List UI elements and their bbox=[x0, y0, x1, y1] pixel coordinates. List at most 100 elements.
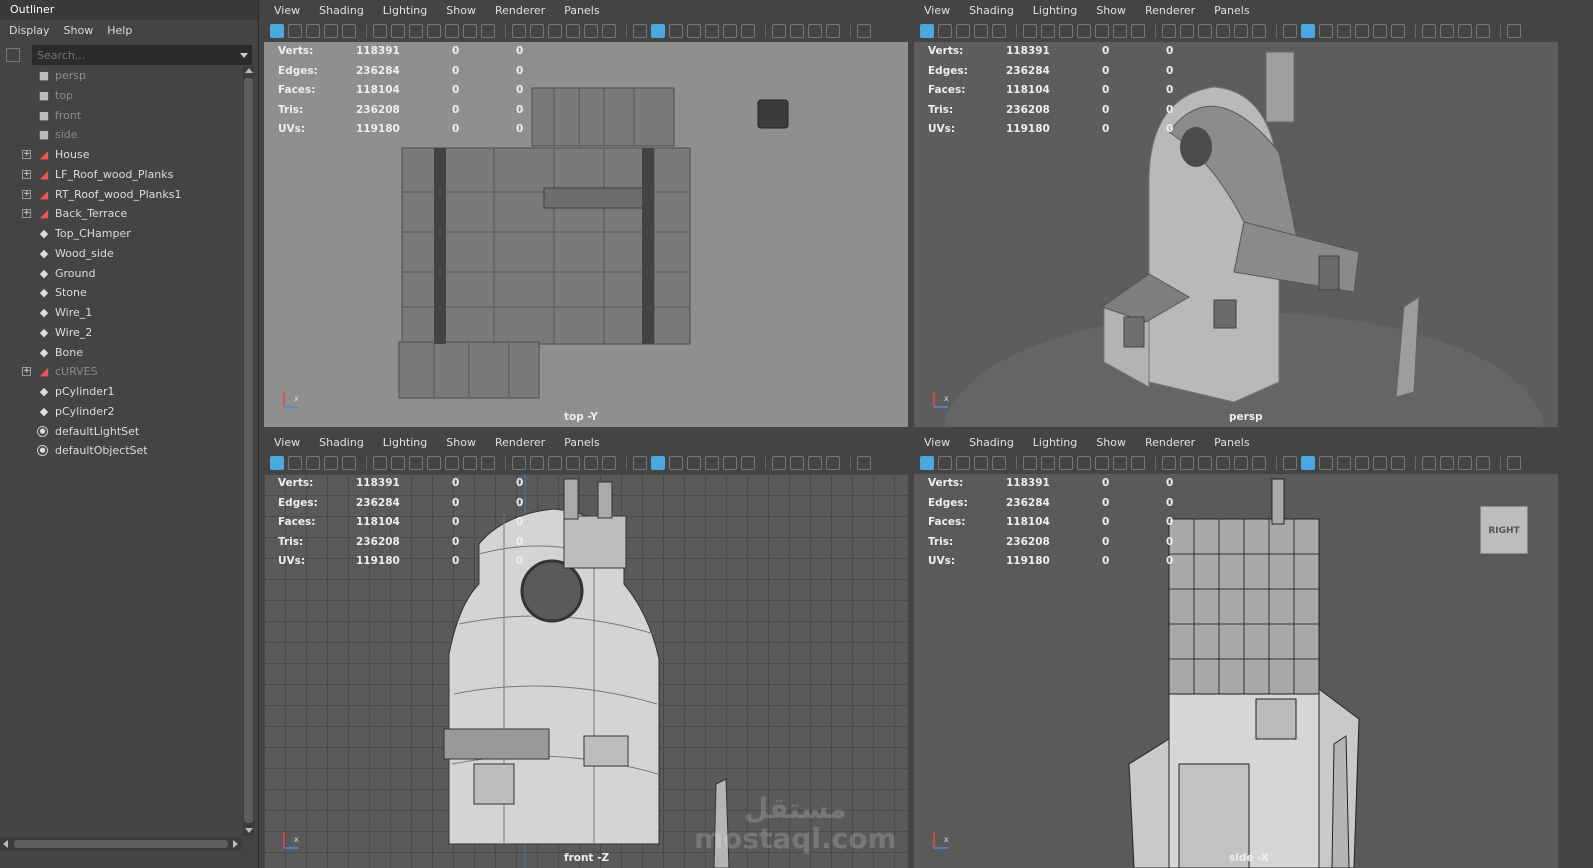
toolbar-button-icon[interactable] bbox=[920, 456, 934, 470]
outliner-item[interactable]: ◆ Top_CHamper bbox=[0, 224, 242, 243]
toolbar-button-icon[interactable] bbox=[1440, 24, 1454, 38]
panel-menu-lighting[interactable]: Lighting bbox=[1033, 436, 1077, 449]
toolbar-button-icon[interactable] bbox=[427, 24, 441, 38]
toolbar-button-icon[interactable] bbox=[1391, 24, 1405, 38]
toolbar-button-icon[interactable] bbox=[723, 24, 737, 38]
panel-menu-lighting[interactable]: Lighting bbox=[1033, 4, 1077, 17]
toolbar-button-icon[interactable] bbox=[723, 456, 737, 470]
toolbar-button-icon[interactable] bbox=[1422, 456, 1436, 470]
toolbar-button-icon[interactable] bbox=[1077, 456, 1091, 470]
toolbar-button-icon[interactable] bbox=[1373, 24, 1387, 38]
toolbar-button-icon[interactable] bbox=[790, 456, 804, 470]
panel-menu-renderer[interactable]: Renderer bbox=[495, 4, 545, 17]
outliner-item[interactable]: ■ front bbox=[0, 106, 242, 125]
toolbar-button-icon[interactable] bbox=[956, 456, 970, 470]
toolbar-button-icon[interactable] bbox=[1337, 24, 1351, 38]
toolbar-button-icon[interactable] bbox=[1476, 24, 1490, 38]
toolbar-button-icon[interactable] bbox=[463, 456, 477, 470]
toolbar-button-icon[interactable] bbox=[1095, 456, 1109, 470]
viewport-side[interactable]: RIGHT Verts: 118391 0 0 Edges: 236284 0 0 Faces:… bbox=[914, 474, 1558, 868]
outliner-item[interactable]: ■ top bbox=[0, 86, 242, 105]
toolbar-button-icon[interactable] bbox=[1023, 456, 1037, 470]
toolbar-button-icon[interactable] bbox=[992, 456, 1006, 470]
scroll-right-icon[interactable] bbox=[233, 840, 238, 848]
toolbar-button-icon[interactable] bbox=[992, 24, 1006, 38]
outliner-item[interactable]: ◆ Stone bbox=[0, 283, 242, 302]
toolbar-button-icon[interactable] bbox=[826, 456, 840, 470]
panel-menu-panels[interactable]: Panels bbox=[564, 4, 599, 17]
toolbar-button-icon[interactable] bbox=[1283, 456, 1297, 470]
toolbar-button-icon[interactable] bbox=[270, 456, 284, 470]
outliner-item[interactable]: ■ persp bbox=[0, 66, 242, 85]
panel-menu-lighting[interactable]: Lighting bbox=[383, 436, 427, 449]
outliner-item[interactable]: ◆ Bone bbox=[0, 343, 242, 362]
outliner-item[interactable]: + ◢ cURVES bbox=[0, 362, 242, 381]
expand-icon[interactable]: + bbox=[22, 150, 31, 159]
filter-icon[interactable] bbox=[6, 48, 20, 62]
toolbar-button-icon[interactable] bbox=[826, 24, 840, 38]
toolbar-button-icon[interactable] bbox=[808, 24, 822, 38]
toolbar-button-icon[interactable] bbox=[288, 456, 302, 470]
panel-menu-show[interactable]: Show bbox=[1096, 4, 1126, 17]
panel-menu-shading[interactable]: Shading bbox=[969, 4, 1014, 17]
scroll-left-icon[interactable] bbox=[3, 840, 8, 848]
toolbar-button-icon[interactable] bbox=[938, 456, 952, 470]
toolbar-button-icon[interactable] bbox=[1422, 24, 1436, 38]
panel-menu-view[interactable]: View bbox=[924, 4, 950, 17]
toolbar-button-icon[interactable] bbox=[1355, 456, 1369, 470]
toolbar-button-icon[interactable] bbox=[705, 456, 719, 470]
toolbar-button-icon[interactable] bbox=[956, 24, 970, 38]
toolbar-button-icon[interactable] bbox=[1373, 456, 1387, 470]
toolbar-button-icon[interactable] bbox=[741, 456, 755, 470]
toolbar-button-icon[interactable] bbox=[1355, 24, 1369, 38]
toolbar-button-icon[interactable] bbox=[1162, 456, 1176, 470]
panel-menu-view[interactable]: View bbox=[274, 4, 300, 17]
toolbar-button-icon[interactable] bbox=[584, 456, 598, 470]
toolbar-button-icon[interactable] bbox=[1077, 24, 1091, 38]
panel-menu-renderer[interactable]: Renderer bbox=[495, 436, 545, 449]
search-input[interactable] bbox=[32, 45, 252, 65]
toolbar-button-icon[interactable] bbox=[1458, 24, 1472, 38]
toolbar-button-icon[interactable] bbox=[857, 24, 871, 38]
toolbar-button-icon[interactable] bbox=[790, 24, 804, 38]
toolbar-button-icon[interactable] bbox=[1198, 456, 1212, 470]
toolbar-button-icon[interactable] bbox=[1180, 456, 1194, 470]
toolbar-button-icon[interactable] bbox=[1252, 456, 1266, 470]
toolbar-button-icon[interactable] bbox=[1041, 24, 1055, 38]
toolbar-button-icon[interactable] bbox=[669, 456, 683, 470]
outliner-item[interactable]: ◆ Ground bbox=[0, 264, 242, 283]
toolbar-button-icon[interactable] bbox=[974, 24, 988, 38]
toolbar-button-icon[interactable] bbox=[687, 24, 701, 38]
toolbar-button-icon[interactable] bbox=[512, 456, 526, 470]
toolbar-button-icon[interactable] bbox=[1198, 24, 1212, 38]
toolbar-button-icon[interactable] bbox=[584, 24, 598, 38]
toolbar-button-icon[interactable] bbox=[1301, 24, 1315, 38]
toolbar-button-icon[interactable] bbox=[530, 456, 544, 470]
toolbar-button-icon[interactable] bbox=[920, 24, 934, 38]
toolbar-button-icon[interactable] bbox=[1458, 456, 1472, 470]
toolbar-button-icon[interactable] bbox=[342, 456, 356, 470]
expand-icon[interactable]: + bbox=[22, 367, 31, 377]
toolbar-button-icon[interactable] bbox=[1507, 456, 1521, 470]
toolbar-button-icon[interactable] bbox=[669, 24, 683, 38]
viewcube[interactable]: RIGHT bbox=[1480, 506, 1528, 554]
toolbar-button-icon[interactable] bbox=[1131, 24, 1145, 38]
toolbar-button-icon[interactable] bbox=[938, 24, 952, 38]
toolbar-button-icon[interactable] bbox=[705, 24, 719, 38]
panel-menu-shading[interactable]: Shading bbox=[319, 4, 364, 17]
toolbar-button-icon[interactable] bbox=[602, 456, 616, 470]
toolbar-button-icon[interactable] bbox=[633, 456, 647, 470]
outliner-item[interactable]: ■ side bbox=[0, 125, 242, 144]
toolbar-button-icon[interactable] bbox=[1234, 456, 1248, 470]
toolbar-button-icon[interactable] bbox=[1319, 24, 1333, 38]
toolbar-button-icon[interactable] bbox=[1059, 24, 1073, 38]
panel-menu-renderer[interactable]: Renderer bbox=[1145, 436, 1195, 449]
outliner-item[interactable]: ◆ pCylinder1 bbox=[0, 382, 242, 401]
toolbar-button-icon[interactable] bbox=[512, 24, 526, 38]
toolbar-button-icon[interactable] bbox=[445, 456, 459, 470]
panel-menu-view[interactable]: View bbox=[924, 436, 950, 449]
toolbar-button-icon[interactable] bbox=[1337, 456, 1351, 470]
horizontal-scrollbar[interactable] bbox=[0, 838, 242, 850]
toolbar-button-icon[interactable] bbox=[1319, 456, 1333, 470]
toolbar-button-icon[interactable] bbox=[1041, 456, 1055, 470]
